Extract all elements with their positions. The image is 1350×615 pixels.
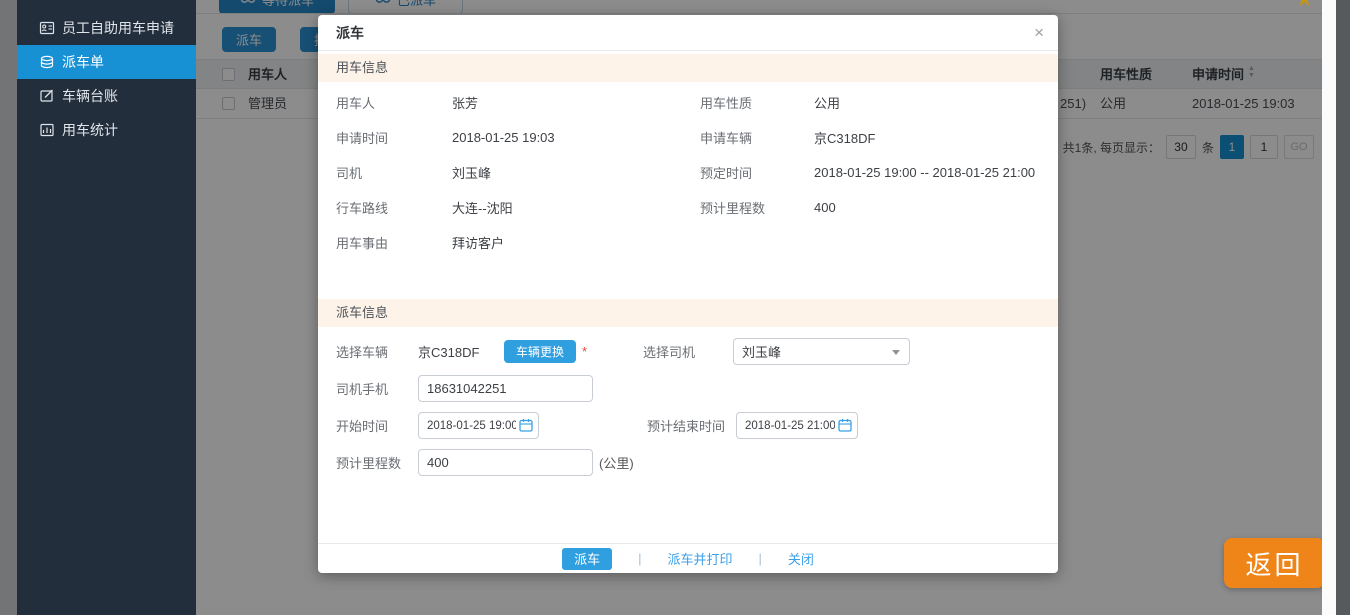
driver-label: 选择司机 (643, 342, 733, 361)
modal-header: 派车 × (318, 15, 1058, 51)
change-vehicle-button[interactable]: 车辆更换 (504, 340, 576, 363)
close-icon[interactable]: × (1034, 15, 1044, 51)
form-row-phone: 司机手机 (318, 370, 1058, 407)
info-row: 司机 刘玉峰 预定时间 2018-01-25 19:00 -- 2018-01-… (318, 155, 1058, 190)
dispatch-form: 选择车辆 京C318DF 车辆更换 * 选择司机 刘玉峰 司机手机 开始时间 预… (318, 333, 1058, 481)
info-row: 用车事由 拜访客户 (318, 225, 1058, 260)
favorite-star-icon: ★ (1295, 0, 1314, 12)
dispatch-submit-button[interactable]: 派车 (562, 548, 612, 570)
required-asterisk: * (582, 344, 590, 359)
stats-report-icon (39, 122, 55, 138)
back-button[interactable]: 返回 (1224, 538, 1325, 588)
sidebar-item-self-service-request[interactable]: 员工自助用车申请 (17, 11, 196, 45)
field-value: 2018-01-25 19:00 -- 2018-01-25 21:00 (814, 165, 1035, 180)
dispatch-and-print-button[interactable]: 派车并打印 (667, 549, 732, 568)
sidebar-item-label: 用车统计 (62, 120, 118, 140)
dispatch-info-section-header: 派车信息 (318, 299, 1058, 327)
calendar-icon[interactable] (519, 418, 533, 432)
driver-phone-input[interactable] (418, 375, 593, 402)
footer-separator: | (638, 551, 641, 566)
ledger-edit-icon (39, 88, 55, 104)
sidebar-item-vehicle-ledger[interactable]: 车辆台账 (17, 79, 196, 113)
form-row-mileage: 预计里程数 (公里) (318, 444, 1058, 481)
field-label: 司机 (336, 163, 452, 182)
field-label: 用车人 (336, 93, 452, 112)
field-value: 大连--沈阳 (452, 198, 700, 217)
usage-info-section-header: 用车信息 (318, 54, 1058, 82)
field-value: 拜访客户 (452, 233, 504, 252)
dispatch-modal: 派车 × 用车信息 用车人 张芳 用车性质 公用 申请时间 2018-01-25… (318, 15, 1058, 573)
dispatch-sheet-icon (39, 54, 55, 70)
usage-info-grid: 用车人 张芳 用车性质 公用 申请时间 2018-01-25 19:03 申请车… (318, 85, 1058, 260)
field-value: 2018-01-25 19:03 (452, 130, 700, 145)
sidebar-item-label: 派车单 (62, 52, 104, 72)
modal-footer: 派车 | 派车并打印 | 关闭 (318, 543, 1058, 573)
field-label: 申请时间 (336, 128, 452, 147)
driver-select[interactable]: 刘玉峰 (733, 338, 910, 365)
start-time-label: 开始时间 (336, 416, 418, 435)
field-label: 用车事由 (336, 233, 452, 252)
field-value: 400 (814, 200, 836, 215)
field-label: 预计里程数 (700, 198, 814, 217)
field-value: 张芳 (452, 93, 700, 112)
chevron-down-icon (892, 350, 900, 355)
sidebar-item-label: 车辆台账 (62, 86, 118, 106)
field-label: 申请车辆 (700, 128, 814, 147)
field-label: 用车性质 (700, 93, 814, 112)
modal-title: 派车 (336, 25, 364, 41)
field-value: 公用 (814, 93, 840, 112)
info-row: 申请时间 2018-01-25 19:03 申请车辆 京C318DF (318, 120, 1058, 155)
page-right-gutter (1322, 0, 1336, 615)
end-time-label: 预计结束时间 (647, 416, 736, 435)
mileage-label: 预计里程数 (336, 453, 418, 472)
info-row: 用车人 张芳 用车性质 公用 (318, 85, 1058, 120)
phone-label: 司机手机 (336, 379, 418, 398)
scrollbar-strip[interactable] (1336, 0, 1350, 615)
sidebar-item-dispatch-sheet[interactable]: 派车单 (17, 45, 196, 79)
sidebar: 员工自助用车申请 派车单 车辆台账 用车统计 (17, 0, 196, 615)
field-label: 行车路线 (336, 198, 452, 217)
calendar-icon[interactable] (838, 418, 852, 432)
vehicle-value: 京C318DF (418, 342, 504, 361)
mileage-input[interactable] (418, 449, 593, 476)
field-value: 京C318DF (814, 128, 875, 147)
mileage-unit: (公里) (599, 453, 634, 472)
driver-selected-value: 刘玉峰 (742, 342, 781, 361)
vehicle-label: 选择车辆 (336, 342, 418, 361)
sidebar-item-usage-stats[interactable]: 用车统计 (17, 113, 196, 147)
footer-separator: | (759, 551, 762, 566)
form-row-vehicle-driver: 选择车辆 京C318DF 车辆更换 * 选择司机 刘玉峰 (318, 333, 1058, 370)
field-label: 预定时间 (700, 163, 814, 182)
form-row-times: 开始时间 预计结束时间 (318, 407, 1058, 444)
field-value: 刘玉峰 (452, 163, 700, 182)
id-card-icon (39, 20, 55, 36)
close-button[interactable]: 关闭 (788, 549, 814, 568)
sidebar-item-label: 员工自助用车申请 (62, 18, 174, 38)
info-row: 行车路线 大连--沈阳 预计里程数 400 (318, 190, 1058, 225)
